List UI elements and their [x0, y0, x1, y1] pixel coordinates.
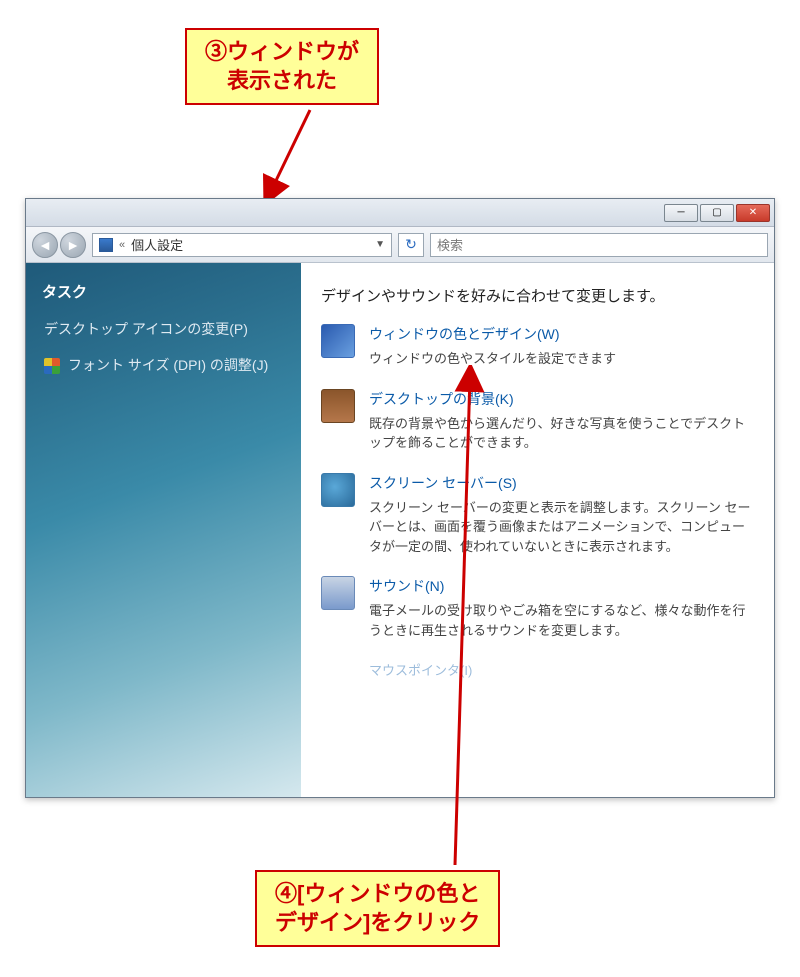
annotation-callout-2: ④[ウィンドウの色と デザイン]をクリック [255, 870, 500, 947]
main-panel: デザインやサウンドを好みに合わせて変更します。 ウィンドウの色とデザイン(W) … [301, 263, 774, 797]
main-heading: デザインやサウンドを好みに合わせて変更します。 [321, 285, 754, 306]
option-screensaver: スクリーン セーバー(S) スクリーン セーバーの変更と表示を調整します。スクリ… [321, 473, 754, 557]
option-desc: 既存の背景や色から選んだり、好きな写真を使うことでデスクトップを飾ることができま… [369, 414, 754, 453]
callout-text: ③ウィンドウが [205, 38, 359, 67]
annotation-arrow [260, 105, 330, 205]
search-input[interactable]: 検索 [430, 233, 768, 257]
titlebar: ─ ▢ ✕ [26, 199, 774, 227]
option-desc: ウィンドウの色やスタイルを設定できます [369, 349, 754, 369]
forward-button[interactable]: ► [60, 232, 86, 258]
breadcrumb-dropdown-icon[interactable]: ▼ [375, 239, 385, 250]
shield-icon [44, 358, 60, 374]
option-link-sound[interactable]: サウンド(N) [369, 576, 754, 596]
nav-buttons: ◄ ► [32, 232, 86, 258]
option-desktop-background: デスクトップの背景(K) 既存の背景や色から選んだり、好きな写真を使うことでデス… [321, 389, 754, 453]
option-link-mouse-pointer[interactable]: マウスポインタ(I) [369, 660, 754, 679]
callout-text: ④[ウィンドウの色と [275, 880, 480, 909]
toolbar: ◄ ► « 個人設定 ▼ ↻ 検索 [26, 227, 774, 263]
sidebar-item-label: フォント サイズ (DPI) の調整(J) [68, 356, 268, 376]
sound-icon [321, 576, 355, 610]
personalization-window: ─ ▢ ✕ ◄ ► « 個人設定 ▼ ↻ 検索 タスク デスクトップ アイコンの… [25, 198, 775, 798]
option-link-screensaver[interactable]: スクリーン セーバー(S) [369, 473, 754, 493]
desktop-background-icon [321, 389, 355, 423]
breadcrumb-separator: « [119, 239, 125, 251]
refresh-button[interactable]: ↻ [398, 233, 424, 257]
callout-text: 表示された [205, 67, 359, 96]
option-sound: サウンド(N) 電子メールの受け取りやごみ箱を空にするなど、様々な動作を行うとき… [321, 576, 754, 640]
sidebar: タスク デスクトップ アイコンの変更(P) フォント サイズ (DPI) の調整… [26, 263, 301, 797]
option-desc: 電子メールの受け取りやごみ箱を空にするなど、様々な動作を行うときに再生されるサウ… [369, 601, 754, 640]
breadcrumb[interactable]: « 個人設定 ▼ [92, 233, 392, 257]
minimize-button[interactable]: ─ [664, 204, 698, 222]
back-button[interactable]: ◄ [32, 232, 58, 258]
option-window-color: ウィンドウの色とデザイン(W) ウィンドウの色やスタイルを設定できます [321, 324, 754, 369]
annotation-callout-1: ③ウィンドウが 表示された [185, 28, 379, 105]
sidebar-link-desktop-icons[interactable]: デスクトップ アイコンの変更(P) [42, 316, 285, 352]
control-panel-icon [99, 238, 113, 252]
close-button[interactable]: ✕ [736, 204, 770, 222]
option-link-desktop-background[interactable]: デスクトップの背景(K) [369, 389, 754, 409]
screensaver-icon [321, 473, 355, 507]
option-desc: スクリーン セーバーの変更と表示を調整します。スクリーン セーバーとは、画面を覆… [369, 498, 754, 557]
sidebar-link-dpi[interactable]: フォント サイズ (DPI) の調整(J) [42, 352, 285, 388]
callout-text: デザイン]をクリック [275, 909, 480, 938]
sidebar-title: タスク [42, 281, 285, 302]
content-area: タスク デスクトップ アイコンの変更(P) フォント サイズ (DPI) の調整… [26, 263, 774, 797]
window-color-icon [321, 324, 355, 358]
sidebar-item-label: デスクトップ アイコンの変更(P) [44, 320, 248, 340]
breadcrumb-location: 個人設定 [131, 235, 183, 254]
option-link-window-color[interactable]: ウィンドウの色とデザイン(W) [369, 324, 754, 344]
maximize-button[interactable]: ▢ [700, 204, 734, 222]
